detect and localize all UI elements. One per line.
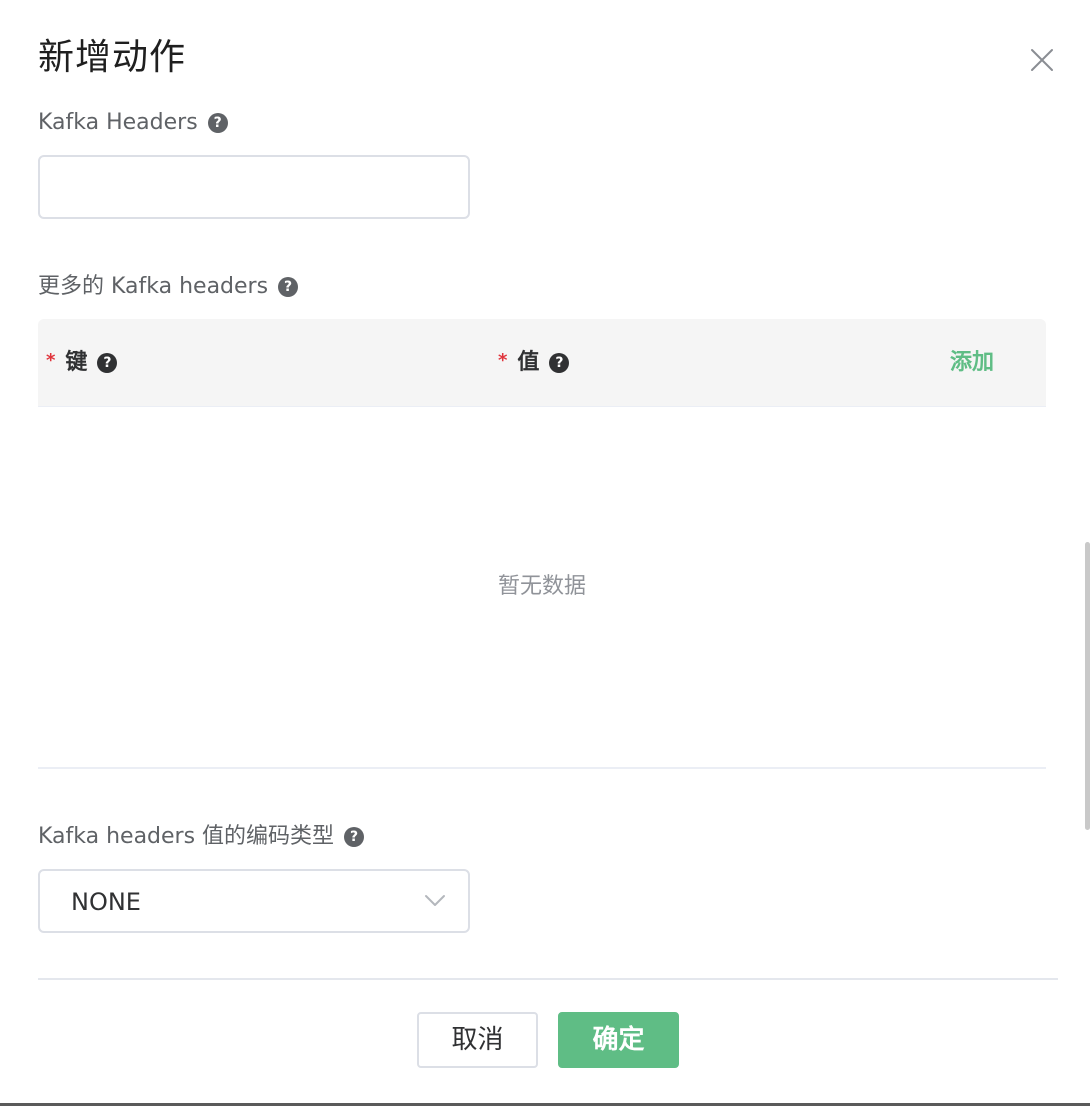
kafka-headers-table: * 键 ? * 值 ? 添加 暂无数据: [38, 319, 1046, 769]
chevron-down-icon: [424, 893, 446, 912]
footer-divider: [38, 978, 1058, 980]
column-value-header: * 值 ?: [498, 349, 570, 377]
scrollbar-thumb[interactable]: [1085, 542, 1090, 830]
dialog-title: 新增动作: [38, 37, 187, 78]
empty-placeholder: 暂无数据: [497, 574, 586, 599]
kafka-headers-label-text: Kafka Headers: [38, 110, 198, 135]
help-icon[interactable]: ?: [207, 113, 228, 133]
help-icon[interactable]: ?: [97, 353, 118, 373]
encoding-select[interactable]: NONE: [38, 869, 470, 933]
kafka-headers-input[interactable]: [38, 155, 470, 219]
required-mark: *: [498, 350, 508, 371]
table-header: * 键 ? * 值 ? 添加: [38, 319, 1046, 407]
confirm-button[interactable]: 确定: [558, 1012, 679, 1068]
add-action-dialog: 新增动作 Kafka Headers ? 更多的 Kafka headers ?…: [0, 0, 1090, 1106]
more-headers-label: 更多的 Kafka headers ?: [38, 273, 299, 301]
more-headers-label-text: 更多的 Kafka headers: [38, 274, 269, 299]
help-icon[interactable]: ?: [549, 353, 570, 373]
encoding-label: Kafka headers 值的编码类型 ?: [38, 823, 365, 851]
encoding-select-value: NONE: [71, 888, 141, 916]
help-icon[interactable]: ?: [278, 277, 299, 297]
cancel-button[interactable]: 取消: [417, 1012, 538, 1068]
help-icon[interactable]: ?: [344, 827, 365, 847]
add-header-button[interactable]: 添加: [950, 349, 994, 377]
kafka-headers-label: Kafka Headers ?: [38, 109, 228, 137]
close-icon[interactable]: [1028, 46, 1056, 74]
column-key-label: 键: [65, 350, 88, 375]
column-value-label: 值: [517, 350, 540, 375]
encoding-label-text: Kafka headers 值的编码类型: [38, 824, 335, 849]
required-mark: *: [46, 350, 56, 371]
column-key-header: * 键 ?: [46, 349, 118, 377]
